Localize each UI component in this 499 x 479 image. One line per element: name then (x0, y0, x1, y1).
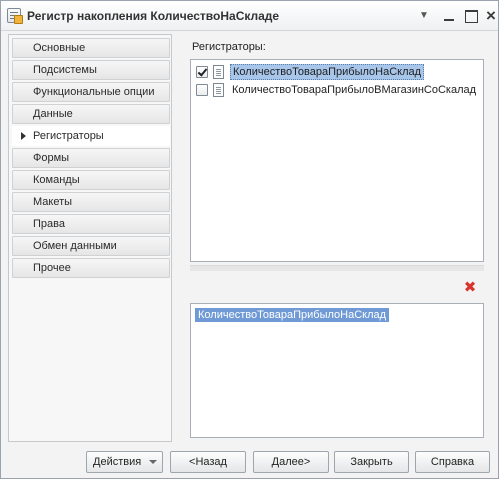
sidebar-item-templates[interactable]: Макеты (12, 192, 170, 212)
registrators-list[interactable]: КоличествоТовараПрибылоНаСклад Количеств… (190, 59, 484, 262)
registrator-checkbox[interactable] (196, 84, 208, 96)
sidebar-item-data[interactable]: Данные (12, 104, 170, 124)
sidebar-item-label: Подсистемы (33, 64, 97, 76)
document-icon (213, 65, 224, 79)
sidebar-item-registrators[interactable]: Регистраторы (12, 126, 170, 146)
active-arrow-icon (21, 132, 26, 140)
registrator-name[interactable]: КоличествоТовараПрибылоНаСклад (230, 64, 425, 80)
sidebar-item-label: Обмен данными (33, 240, 117, 252)
dialog-window: Регистр накопления КоличествоНаСкладе ▼ … (0, 0, 499, 479)
sidebar-item-label: Данные (33, 108, 73, 120)
sidebar-item-label: Прочее (33, 262, 71, 274)
registrators-label: Регистраторы: (192, 41, 266, 53)
sidebar-item-data-exchange[interactable]: Обмен данными (12, 236, 170, 256)
sidebar-item-other[interactable]: Прочее (12, 258, 170, 278)
sidebar-item-label: Команды (33, 174, 80, 186)
sidebar-item-label: Регистраторы (33, 130, 104, 142)
sidebar-item-forms[interactable]: Формы (12, 148, 170, 168)
maximize-button[interactable] (461, 7, 481, 25)
sidebar-item-label: Права (33, 218, 65, 230)
title-bar: Регистр накопления КоличествоНаСкладе ▼ … (1, 1, 498, 31)
sidebar: Основные Подсистемы Функциональные опции… (8, 34, 172, 442)
sidebar-item-label: Основные (33, 42, 86, 54)
window-title: Регистр накопления КоличествоНаСкладе (27, 9, 280, 23)
help-button[interactable]: Справка (415, 451, 490, 473)
close-window-button[interactable]: × (481, 7, 499, 25)
list-item[interactable]: КоличествоТовараПрибылоНаСклад (195, 63, 481, 81)
sidebar-item-subsystems[interactable]: Подсистемы (12, 60, 170, 80)
actions-button-label: Действия (93, 456, 142, 468)
actions-button[interactable]: Действия (86, 451, 163, 473)
sidebar-item-label: Формы (33, 152, 70, 164)
delete-icon[interactable]: ✖ (463, 280, 477, 295)
sidebar-item-main[interactable]: Основные (12, 38, 170, 58)
document-icon (213, 83, 224, 97)
registrator-name[interactable]: КоличествоТовараПрибылоВМагазинСоСкалад (230, 83, 478, 97)
list-item[interactable]: КоличествоТовараПрибылоВМагазинСоСкалад (195, 81, 481, 99)
registrator-checkbox[interactable] (196, 66, 208, 78)
selected-registrators-box[interactable]: КоличествоТовараПрибылоНаСклад (190, 303, 484, 438)
selected-registrator[interactable]: КоличествоТовараПрибылоНаСклад (195, 308, 390, 322)
panel-splitter[interactable] (190, 265, 484, 271)
window-menu-button[interactable]: ▼ (414, 7, 434, 25)
sidebar-item-rights[interactable]: Права (12, 214, 170, 234)
minimize-button[interactable] (439, 7, 459, 25)
sidebar-item-label: Макеты (33, 196, 73, 208)
sidebar-item-functional-options[interactable]: Функциональные опции (12, 82, 170, 102)
chevron-down-icon (149, 460, 157, 464)
sidebar-item-commands[interactable]: Команды (12, 170, 170, 190)
register-icon (7, 8, 23, 24)
next-button[interactable]: Далее> (253, 451, 329, 473)
sidebar-item-label: Функциональные опции (33, 86, 155, 98)
close-button[interactable]: Закрыть (334, 451, 409, 473)
back-button[interactable]: <Назад (170, 451, 246, 473)
